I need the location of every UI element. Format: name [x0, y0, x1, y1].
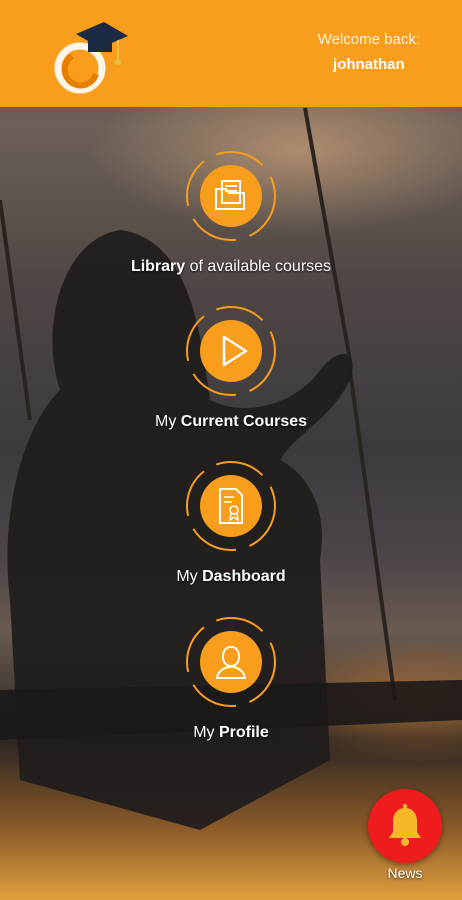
app-header: Welcome back: johnathan [0, 0, 462, 107]
icon-ring [185, 460, 277, 552]
menu-item-library[interactable]: Library of available courses [0, 150, 462, 276]
news-button[interactable]: News [368, 789, 442, 881]
icon-ring [185, 616, 277, 708]
menu-label-current-courses: My Current Courses [154, 413, 308, 430]
news-label: News [387, 865, 423, 881]
certificate-icon [200, 475, 262, 537]
welcome-block: Welcome back: johnathan [318, 31, 420, 73]
menu-label-profile: My Profile [193, 724, 269, 741]
icon-ring [185, 305, 277, 397]
menu-label-library: Library of available courses [130, 258, 332, 275]
news-bell-button[interactable] [368, 789, 442, 863]
menu-item-dashboard[interactable]: My Dashboard [0, 460, 462, 586]
icon-ring [185, 150, 277, 242]
play-icon [200, 320, 262, 382]
welcome-label: Welcome back: [317, 31, 420, 48]
menu-item-profile[interactable]: My Profile [0, 616, 462, 742]
folder-icon [200, 165, 262, 227]
menu-item-current-courses[interactable]: My Current Courses [0, 305, 462, 431]
background-image [0, 0, 462, 900]
menu-label-dashboard: My Dashboard [176, 568, 286, 585]
user-icon [200, 631, 262, 693]
app-logo [46, 16, 130, 94]
username: johnathan [333, 56, 405, 73]
bell-icon [389, 804, 421, 846]
